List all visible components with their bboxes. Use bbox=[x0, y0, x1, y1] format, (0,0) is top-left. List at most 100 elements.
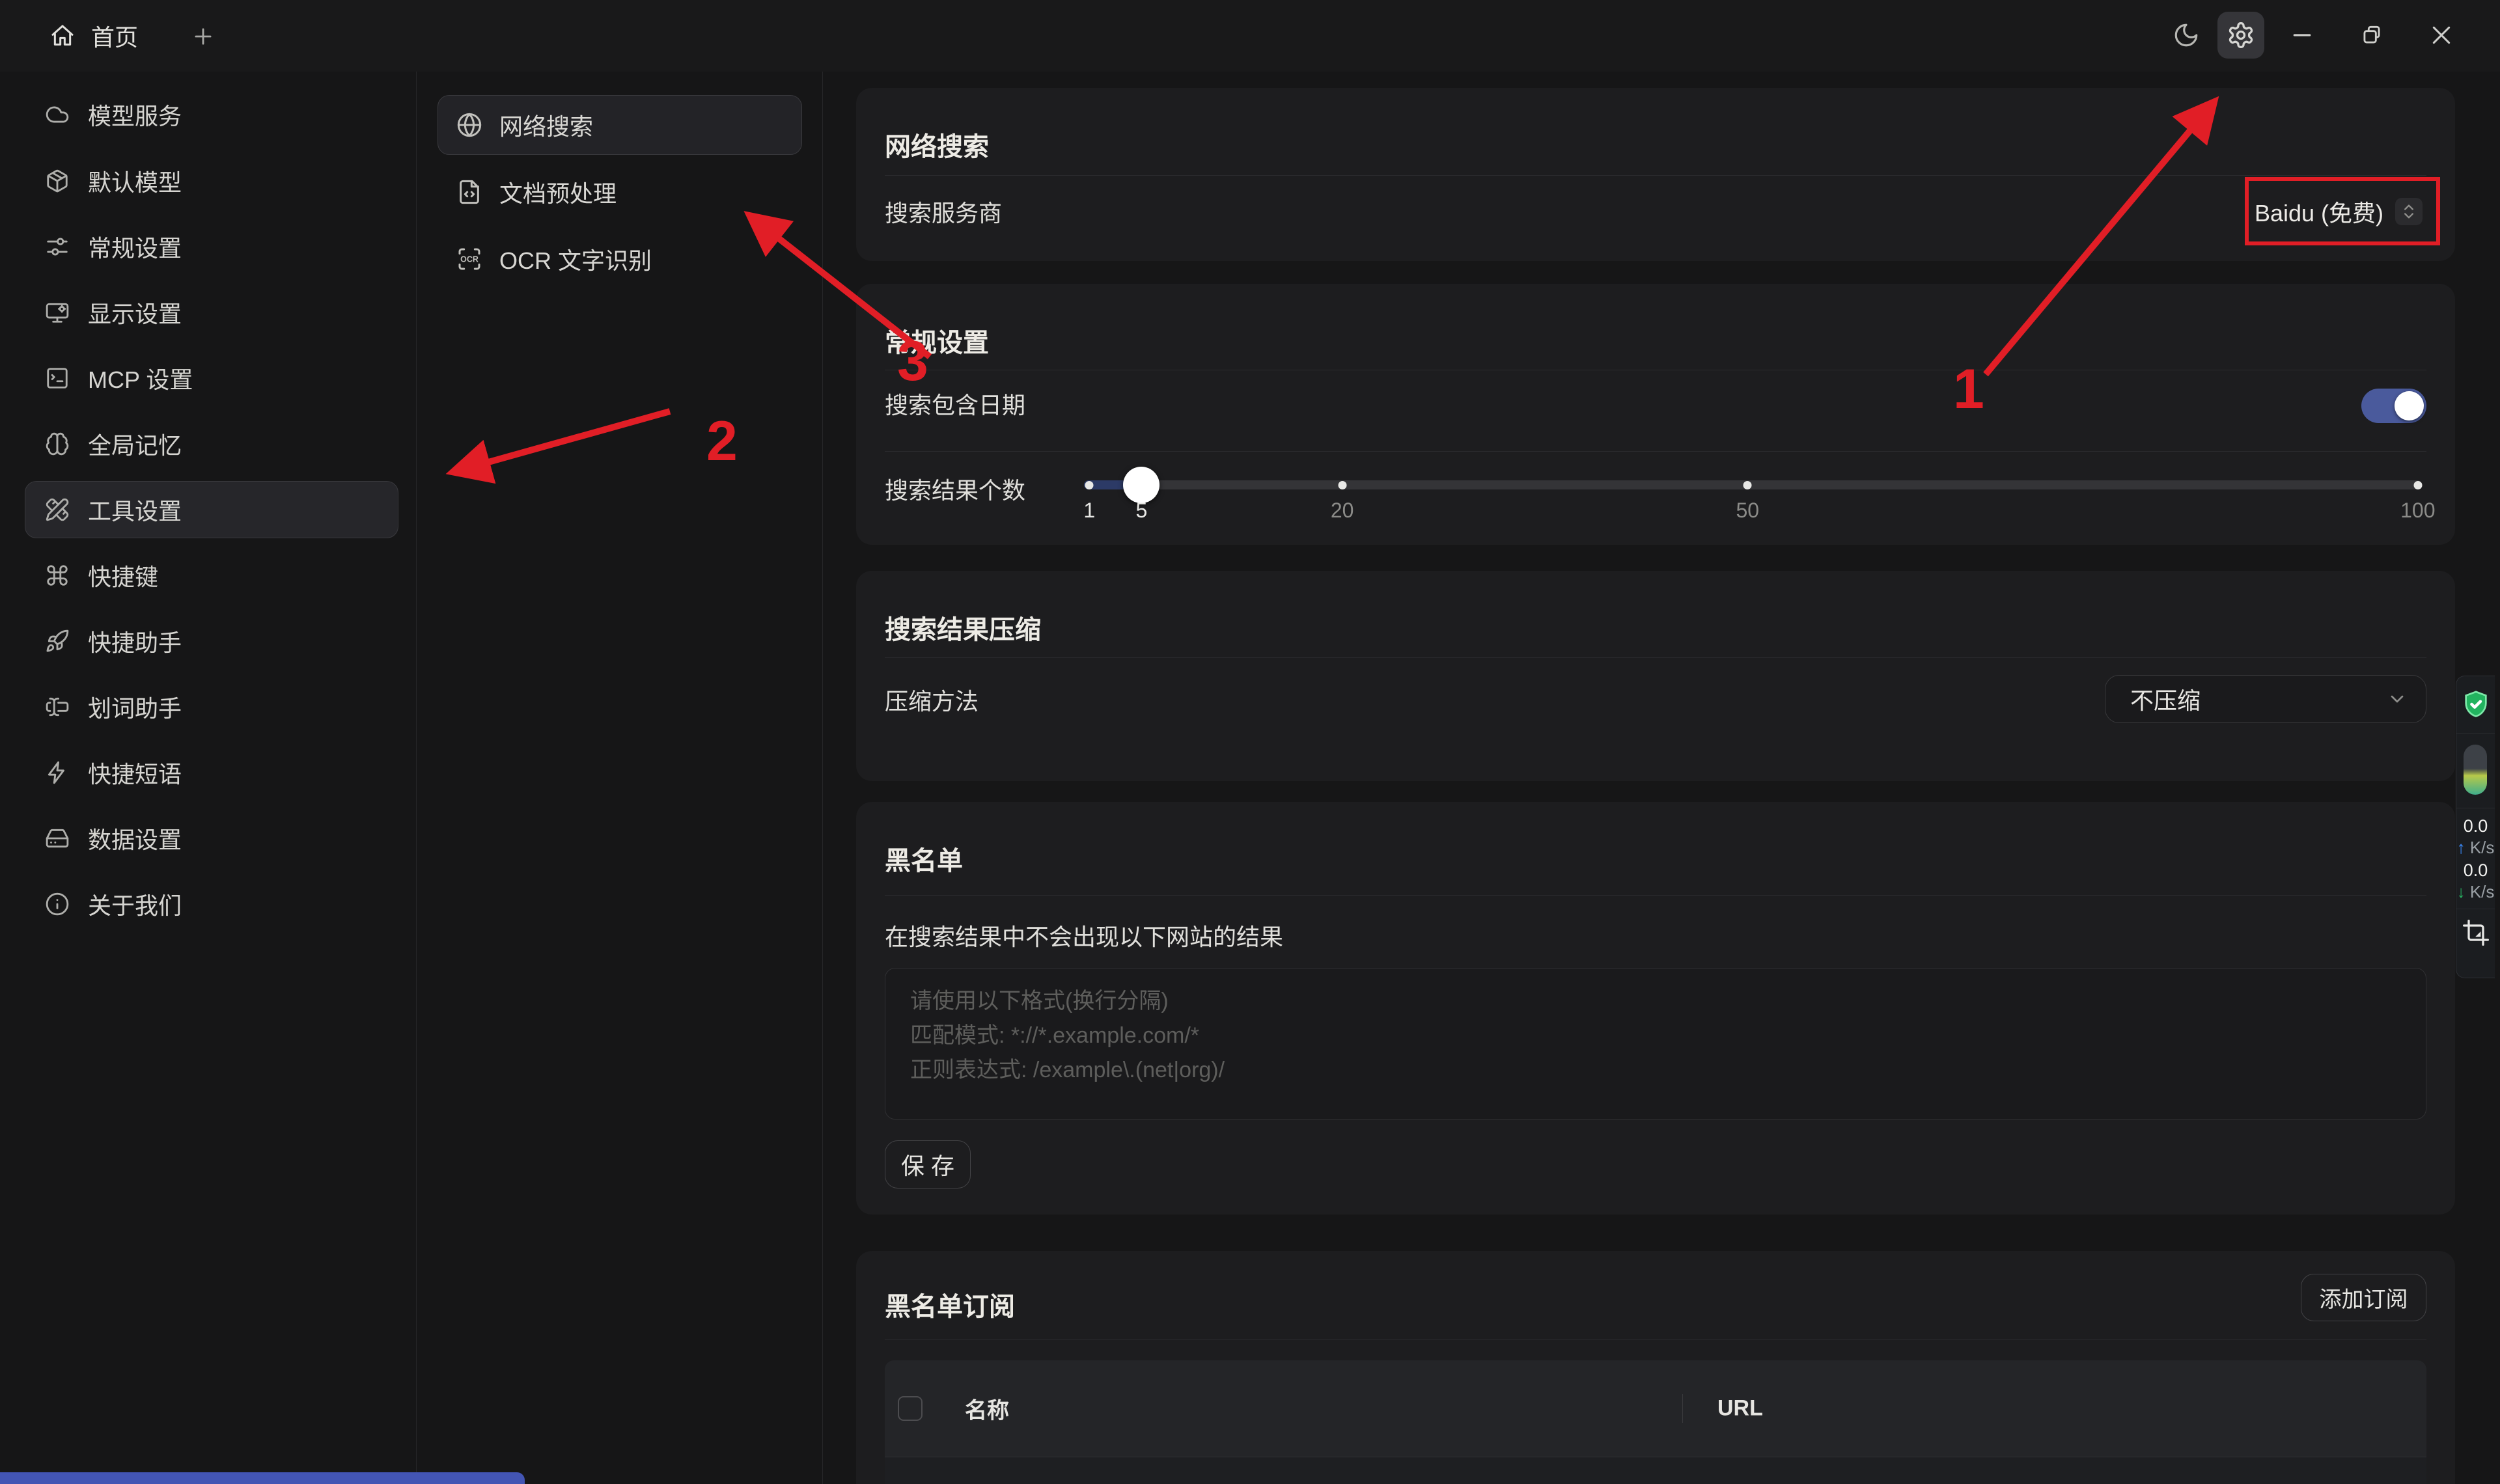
bottom-toolbar-edge bbox=[0, 1472, 525, 1484]
cloud-icon bbox=[45, 102, 70, 127]
monitor-gear-icon bbox=[45, 300, 70, 325]
svg-text:OCR: OCR bbox=[460, 255, 479, 264]
plus-icon bbox=[191, 24, 215, 49]
shield-check-icon[interactable] bbox=[2461, 689, 2491, 719]
sidebar-item-mcp-settings[interactable]: MCP 设置 bbox=[25, 350, 398, 407]
sidebar-item-about-us[interactable]: 关于我们 bbox=[25, 875, 398, 933]
sidebar-item-global-memory[interactable]: 全局记忆 bbox=[25, 415, 398, 473]
subsidebar-item-doc-preprocess[interactable]: 文档预处理 bbox=[438, 162, 802, 222]
text-cursor-icon bbox=[45, 694, 70, 719]
sidebar-item-label: 划词助手 bbox=[88, 690, 182, 724]
download-speed-value: 0.0 bbox=[2456, 860, 2495, 881]
upload-speed-unit: ↑ K/s bbox=[2456, 838, 2495, 858]
new-tab-button[interactable] bbox=[180, 18, 227, 55]
save-button[interactable]: 保 存 bbox=[885, 1140, 971, 1189]
tick-label: 5 bbox=[1135, 499, 1147, 523]
rocket-icon bbox=[45, 629, 70, 653]
sidebar-item-label: 全局记忆 bbox=[88, 427, 182, 461]
blacklist-textarea[interactable]: 请使用以下格式(换行分隔) 匹配模式: *://*.example.com/* … bbox=[885, 968, 2426, 1120]
sidebar-item-label: 关于我们 bbox=[88, 887, 182, 921]
brain-icon bbox=[45, 432, 70, 456]
textarea-placeholder-line: 匹配模式: *://*.example.com/* bbox=[910, 1019, 2401, 1053]
sidebar-item-shortcuts[interactable]: 快捷键 bbox=[25, 547, 398, 604]
tab-home[interactable]: 首页 bbox=[38, 12, 150, 60]
slider-tick-dot bbox=[2413, 481, 2422, 489]
section-title: 常规设置 bbox=[885, 322, 989, 359]
section-title: 搜索结果压缩 bbox=[885, 609, 1041, 646]
upload-speed-value: 0.0 bbox=[2456, 816, 2495, 836]
add-subscription-button[interactable]: 添加订阅 bbox=[2301, 1274, 2426, 1321]
result-count-slider[interactable] bbox=[1084, 467, 2422, 503]
section-title: 黑名单 bbox=[885, 840, 963, 877]
sidebar-item-tool-settings[interactable]: 工具设置 bbox=[25, 481, 398, 538]
tick-label: 1 bbox=[1083, 499, 1095, 523]
select-all-checkbox[interactable] bbox=[898, 1396, 923, 1421]
sidebar-item-data-settings[interactable]: 数据设置 bbox=[25, 810, 398, 867]
slider-tick-dot bbox=[1338, 481, 1346, 489]
sidebar-item-label: 快捷短语 bbox=[88, 756, 182, 790]
hard-drive-icon bbox=[45, 826, 70, 851]
zap-icon bbox=[45, 760, 70, 785]
subsidebar-item-web-search[interactable]: 网络搜索 bbox=[438, 95, 802, 155]
section-title: 网络搜索 bbox=[885, 126, 989, 163]
tab-home-label: 首页 bbox=[91, 19, 138, 53]
subsidebar-item-label: 文档预处理 bbox=[499, 175, 617, 209]
column-header-url: URL bbox=[1717, 1396, 1763, 1422]
slider-track[interactable] bbox=[1084, 480, 2422, 489]
slider-tick-dot bbox=[1743, 481, 1752, 489]
subsidebar-item-label: 网络搜索 bbox=[499, 108, 593, 142]
sidebar-item-display-settings[interactable]: 显示设置 bbox=[25, 284, 398, 341]
slider-thumb[interactable] bbox=[1123, 467, 1160, 503]
include-date-toggle[interactable] bbox=[2361, 389, 2426, 423]
arrow-up-icon: ↑ bbox=[2457, 838, 2465, 857]
file-code-icon bbox=[456, 179, 482, 205]
restore-button[interactable] bbox=[2348, 12, 2395, 59]
close-button[interactable] bbox=[2418, 12, 2465, 59]
sidebar-item-general-settings[interactable]: 常规设置 bbox=[25, 218, 398, 275]
provider-select[interactable]: Baidu (免费) bbox=[2255, 194, 2423, 228]
divider bbox=[885, 895, 2426, 896]
subsidebar-item-ocr[interactable]: OCR OCR 文字识别 bbox=[438, 229, 802, 289]
sidebar-item-label: 快捷助手 bbox=[88, 624, 182, 658]
sidebar-item-label: 默认模型 bbox=[88, 164, 182, 198]
sidebar-item-label: 常规设置 bbox=[88, 230, 182, 264]
divider bbox=[885, 451, 2426, 452]
divider bbox=[885, 657, 2426, 658]
include-date-label: 搜索包含日期 bbox=[885, 387, 1025, 420]
table-header-row: 名称 URL bbox=[885, 1360, 2426, 1457]
textarea-placeholder-line: 请使用以下格式(换行分隔) bbox=[910, 984, 2401, 1019]
compression-method-label: 压缩方法 bbox=[885, 683, 979, 717]
battery-capsule-icon[interactable] bbox=[2464, 745, 2487, 795]
slider-tick-dot bbox=[1085, 481, 1094, 489]
sidebar-item-model-services[interactable]: 模型服务 bbox=[25, 86, 398, 143]
sidebar-item-quick-phrases[interactable]: 快捷短语 bbox=[25, 744, 398, 801]
divider bbox=[885, 175, 2426, 176]
subscription-card: 黑名单订阅 添加订阅 名称 URL bbox=[856, 1251, 2455, 1484]
arrow-down-icon: ↓ bbox=[2457, 882, 2465, 901]
result-count-label: 搜索结果个数 bbox=[885, 472, 1025, 506]
provider-select-value: Baidu (免费) bbox=[2255, 195, 2383, 228]
sidebar-item-quick-assistant[interactable]: 快捷助手 bbox=[25, 612, 398, 670]
sliders-icon bbox=[45, 234, 70, 259]
app-window: 首页 模型服务 默认模型 常规设置 bbox=[0, 0, 2500, 1484]
theme-toggle-button[interactable] bbox=[2163, 12, 2210, 59]
close-icon bbox=[2428, 22, 2454, 48]
tick-label: 100 bbox=[2400, 499, 2435, 523]
gear-icon bbox=[2227, 21, 2255, 49]
command-icon bbox=[45, 563, 70, 588]
screenshot-crop-icon[interactable] bbox=[2462, 918, 2490, 947]
moon-icon bbox=[2173, 21, 2200, 49]
sidebar-item-selection-assistant[interactable]: 划词助手 bbox=[25, 678, 398, 735]
overlay-divider bbox=[2456, 733, 2495, 734]
pencil-ruler-icon bbox=[45, 497, 70, 522]
minimize-icon bbox=[2289, 22, 2315, 48]
section-title: 黑名单订阅 bbox=[885, 1285, 1015, 1323]
minimize-button[interactable] bbox=[2279, 12, 2326, 59]
sidebar-item-default-models[interactable]: 默认模型 bbox=[25, 152, 398, 210]
package-icon bbox=[45, 169, 70, 193]
sidebar-item-label: MCP 设置 bbox=[88, 361, 193, 395]
info-icon bbox=[45, 892, 70, 916]
settings-button[interactable] bbox=[2217, 12, 2264, 59]
settings-sidebar: 模型服务 默认模型 常规设置 显示设置 MCP 设置 全局记忆 工具设置 快捷 bbox=[0, 72, 417, 1484]
compression-method-select[interactable]: 不压缩 bbox=[2105, 675, 2426, 723]
